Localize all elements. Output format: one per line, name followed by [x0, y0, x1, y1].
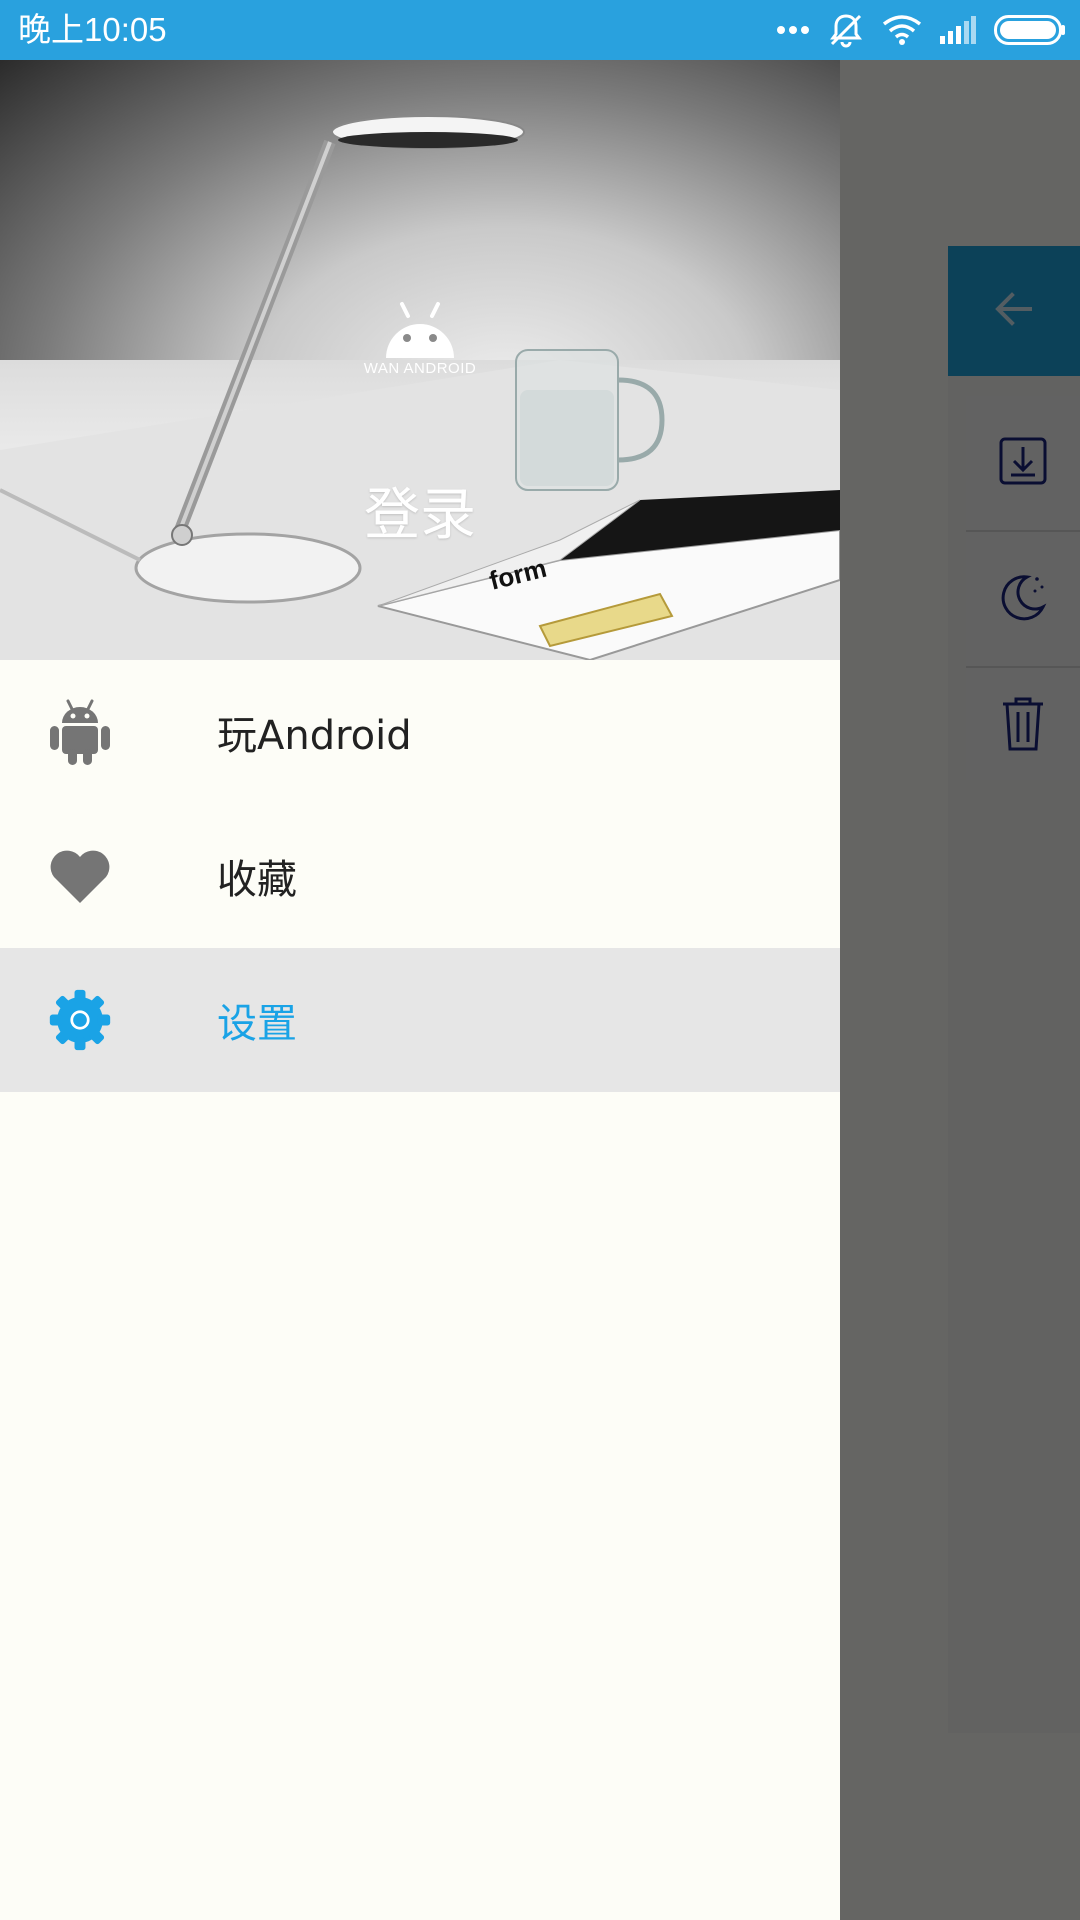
app-logo: WAN ANDROID: [360, 300, 480, 377]
menu-item-settings[interactable]: 设置: [0, 948, 840, 1092]
menu-item-favorites[interactable]: 收藏: [0, 804, 840, 948]
login-button[interactable]: 登录: [320, 470, 520, 551]
app-screen: 晚上10:05 form WAN ANDROID 登录 玩Android 收藏 …: [0, 0, 1080, 1920]
navigation-drawer: form WAN ANDROID 登录 玩Android 收藏 设置: [0, 60, 840, 1920]
battery-icon: [994, 15, 1066, 45]
notifications-off-icon: [828, 12, 864, 48]
wifi-icon: [882, 14, 922, 46]
settings-icon: [48, 988, 112, 1052]
menu-item-play-android[interactable]: 玩Android: [0, 660, 840, 804]
status-time: 晚上10:05: [18, 11, 167, 48]
logo-text: WAN ANDROID: [363, 360, 477, 377]
status-bar: 晚上10:05: [0, 0, 1080, 60]
android-icon: [48, 699, 112, 765]
drawer-menu: 玩Android 收藏 设置: [0, 660, 840, 1092]
menu-item-label: 玩Android: [217, 713, 412, 759]
more-dots-icon: [776, 25, 810, 35]
signal-icon: [940, 16, 976, 44]
drawer-header: form WAN ANDROID 登录: [0, 60, 840, 660]
status-icons: [776, 0, 1066, 60]
menu-item-label: 设置: [217, 1001, 297, 1047]
menu-item-label: 收藏: [217, 857, 297, 903]
heart-icon: [48, 844, 112, 908]
